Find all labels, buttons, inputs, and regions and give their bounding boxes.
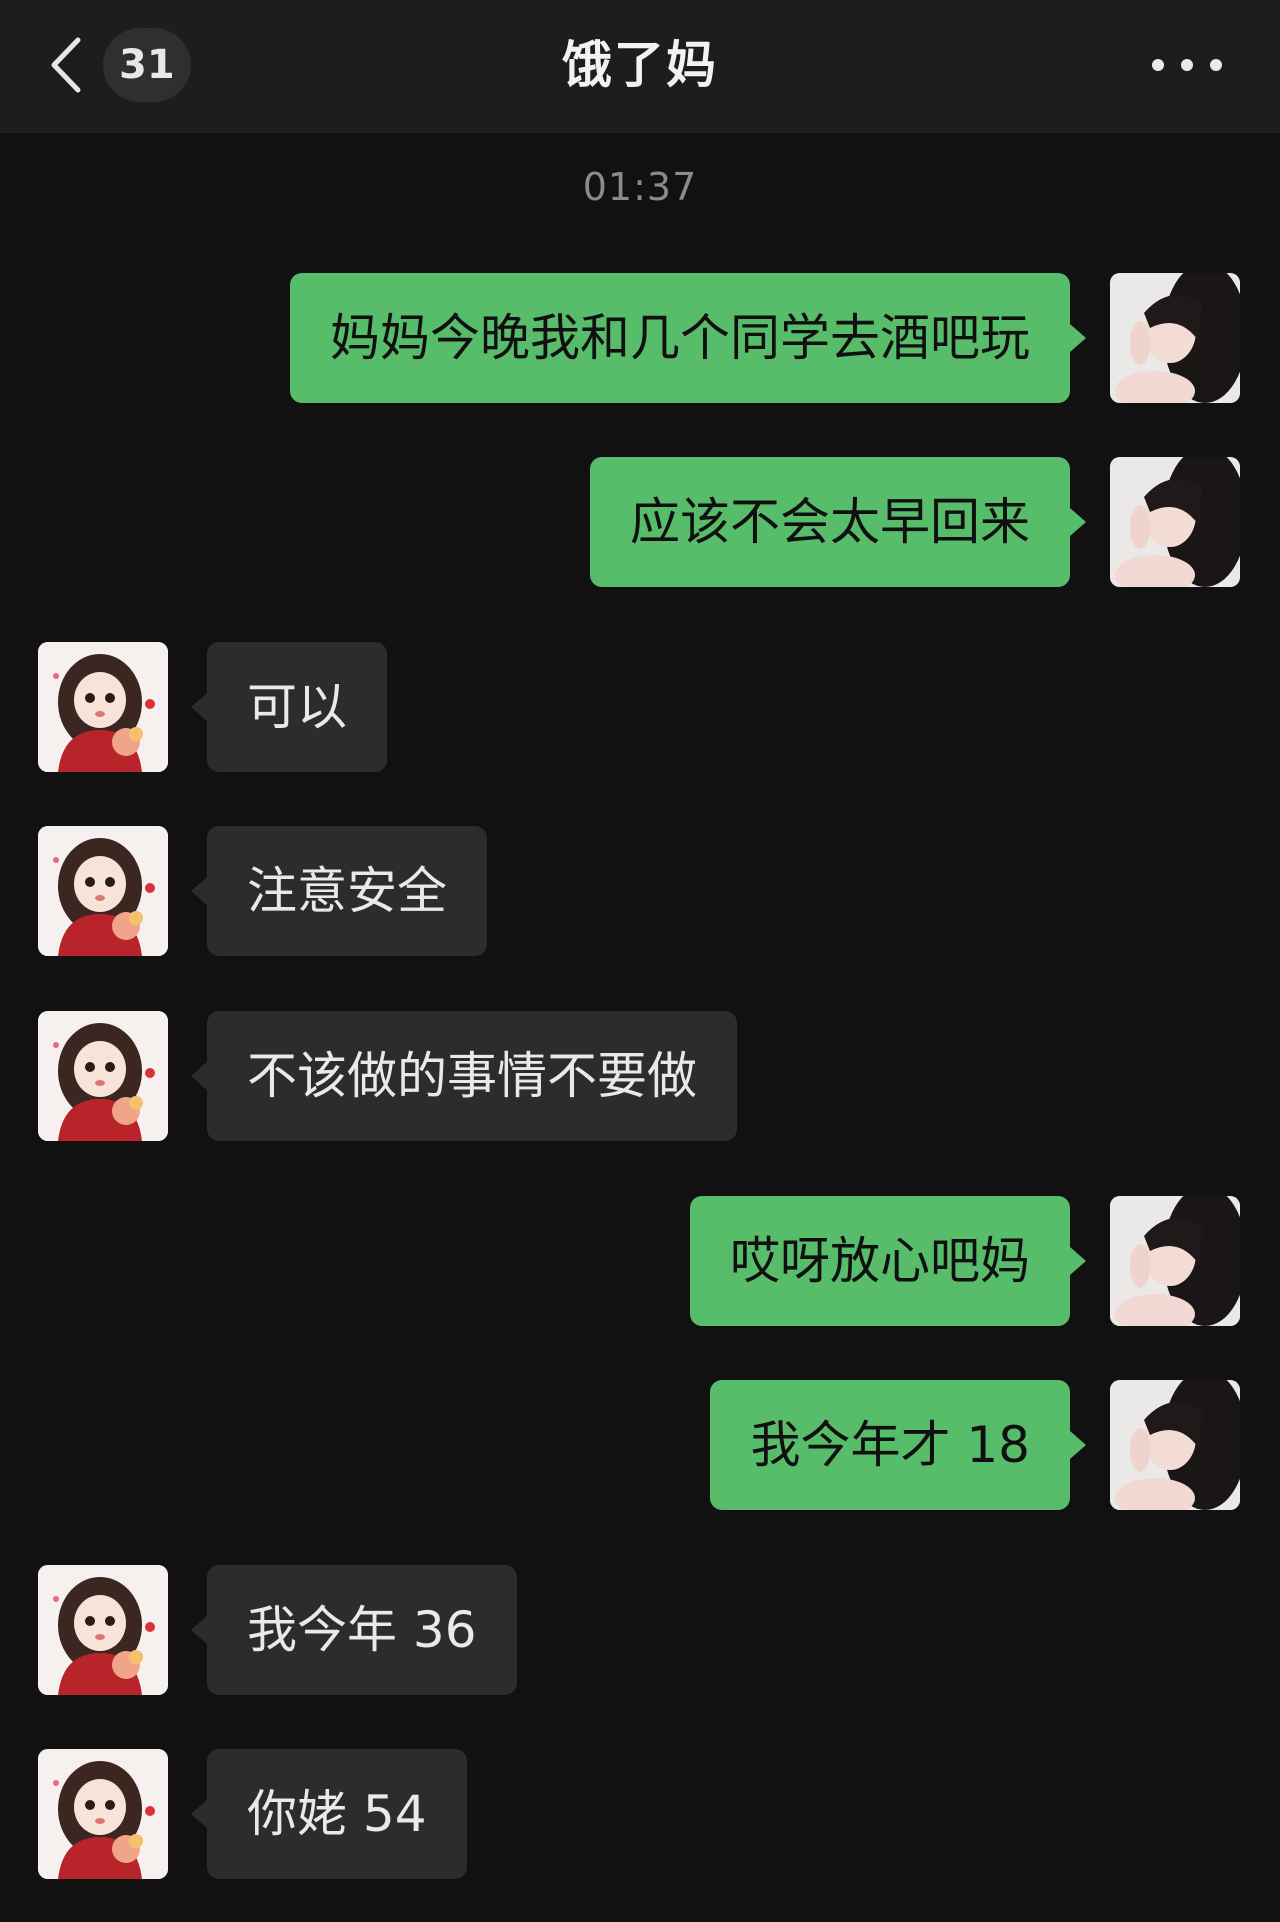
self-avatar[interactable]: [1110, 1380, 1240, 1510]
message-bubble-outgoing[interactable]: 我今年才 18: [710, 1380, 1086, 1510]
chat-title: 饿了妈: [562, 36, 718, 94]
message-bubble-incoming[interactable]: 我今年 36: [191, 1565, 517, 1695]
contact-avatar[interactable]: [38, 642, 168, 772]
message-bubble-incoming[interactable]: 注意安全: [191, 826, 487, 956]
contact-avatar[interactable]: [38, 826, 168, 956]
self-avatar[interactable]: [1110, 457, 1240, 587]
message-row-incoming: 注意安全: [0, 826, 1280, 956]
message-row-incoming: 你姥 54: [0, 1749, 1280, 1879]
message-bubble-incoming[interactable]: 不该做的事情不要做: [191, 1011, 737, 1141]
message-timestamp: 01:37: [582, 165, 698, 209]
message-row-outgoing: 妈妈今晚我和几个同学去酒吧玩: [0, 273, 1280, 403]
more-options-icon: [1152, 59, 1164, 71]
self-avatar[interactable]: [1110, 1196, 1240, 1326]
message-bubble-outgoing[interactable]: 妈妈今晚我和几个同学去酒吧玩: [290, 273, 1086, 403]
message-bubble-outgoing[interactable]: 哎呀放心吧妈: [690, 1196, 1086, 1326]
message-row-incoming: 我今年 36: [0, 1565, 1280, 1695]
chat-header: 31 饿了妈: [0, 0, 1280, 133]
contact-avatar[interactable]: [38, 1011, 168, 1141]
message-row-outgoing: 应该不会太早回来: [0, 457, 1280, 587]
more-options-button[interactable]: [1152, 42, 1222, 88]
chat-screen: 31 饿了妈 01:37 妈妈今晚我和几个同学去酒吧玩 应该不会太早回来 可以 …: [0, 0, 1280, 1922]
self-avatar[interactable]: [1110, 273, 1240, 403]
message-row-outgoing: 哎呀放心吧妈: [0, 1196, 1280, 1326]
message-row-incoming: 不该做的事情不要做: [0, 1011, 1280, 1141]
message-bubble-incoming[interactable]: 可以: [191, 642, 387, 772]
message-bubble-outgoing[interactable]: 应该不会太早回来: [590, 457, 1086, 587]
message-bubble-incoming[interactable]: 你姥 54: [191, 1749, 467, 1879]
message-row-outgoing: 我今年才 18: [0, 1380, 1280, 1510]
contact-avatar[interactable]: [38, 1565, 168, 1695]
contact-avatar[interactable]: [38, 1749, 168, 1879]
message-row-incoming: 可以: [0, 642, 1280, 772]
